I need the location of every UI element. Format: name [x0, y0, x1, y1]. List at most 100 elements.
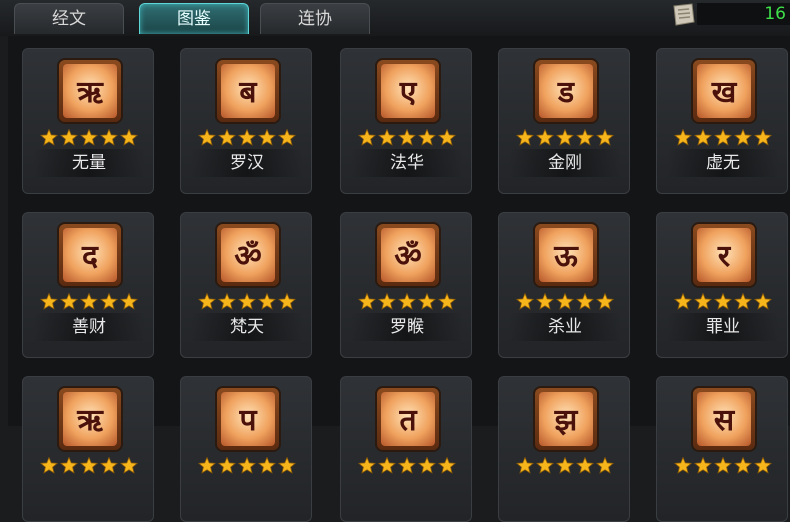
star-rating [357, 129, 457, 147]
star-icon [555, 293, 575, 310]
star-rating [515, 457, 615, 475]
star-icon [217, 457, 237, 474]
star-icon [673, 457, 693, 474]
sanskrit-glyph: प [239, 403, 257, 438]
star-icon [733, 293, 753, 310]
star-icon [257, 129, 277, 146]
star-icon [397, 457, 417, 474]
tab-codex[interactable]: 图鉴 [139, 3, 249, 34]
codex-card[interactable]: प [180, 376, 312, 522]
star-icon [377, 457, 397, 474]
seal-face: ब [221, 64, 275, 118]
count-value: 16 [697, 3, 790, 25]
star-icon [79, 293, 99, 310]
star-icon [397, 293, 417, 310]
scroll-icon [670, 2, 698, 28]
codex-card[interactable]: ड 金刚 [498, 48, 630, 194]
card-name: 法华 [351, 149, 463, 177]
codex-card[interactable]: झ [498, 376, 630, 522]
seal-face: स [697, 392, 751, 446]
star-icon [693, 457, 713, 474]
sanskrit-seal-icon: ऋ [59, 60, 121, 122]
sanskrit-glyph: ड [557, 75, 575, 110]
card-name: 无量 [33, 149, 145, 177]
sanskrit-glyph: ॐ [234, 239, 262, 274]
codex-card[interactable]: त [340, 376, 472, 522]
sanskrit-glyph: ॐ [394, 239, 422, 274]
star-icon [277, 457, 297, 474]
star-icon [79, 129, 99, 146]
star-icon [217, 293, 237, 310]
codex-card[interactable]: ॐ 罗睺 [340, 212, 472, 358]
tab-scriptures[interactable]: 经文 [14, 3, 124, 34]
star-icon [119, 457, 139, 474]
codex-card[interactable]: ऊ 杀业 [498, 212, 630, 358]
star-icon [437, 129, 457, 146]
codex-card[interactable]: ब 罗汉 [180, 48, 312, 194]
star-icon [357, 457, 377, 474]
codex-card[interactable]: ॐ 梵天 [180, 212, 312, 358]
sanskrit-seal-icon: ॐ [217, 224, 279, 286]
codex-card[interactable]: ख 虚无 [656, 48, 788, 194]
sanskrit-glyph: ब [239, 75, 257, 110]
sanskrit-glyph: द [82, 239, 98, 274]
star-icon [277, 293, 297, 310]
seal-face: ड [539, 64, 593, 118]
star-rating [197, 129, 297, 147]
card-name: 罪业 [667, 313, 779, 341]
star-rating [673, 129, 773, 147]
seal-face: ॐ [381, 228, 435, 282]
sanskrit-glyph: झ [554, 403, 578, 438]
star-icon [575, 129, 595, 146]
seal-face: द [63, 228, 117, 282]
codex-card[interactable]: र 罪业 [656, 212, 788, 358]
card-name: 虚无 [667, 149, 779, 177]
sanskrit-glyph: त [399, 403, 417, 438]
star-icon [39, 457, 59, 474]
star-icon [99, 293, 119, 310]
star-icon [59, 129, 79, 146]
star-icon [673, 129, 693, 146]
star-icon [357, 293, 377, 310]
star-icon [197, 457, 217, 474]
star-rating [197, 293, 297, 311]
star-icon [595, 457, 615, 474]
star-icon [515, 129, 535, 146]
codex-card[interactable]: स [656, 376, 788, 522]
sanskrit-seal-icon: द [59, 224, 121, 286]
star-icon [397, 129, 417, 146]
sanskrit-seal-icon: झ [535, 388, 597, 450]
sanskrit-seal-icon: त [377, 388, 439, 450]
star-icon [535, 457, 555, 474]
seal-face: ऊ [539, 228, 593, 282]
star-rating [39, 457, 139, 475]
star-rating [357, 457, 457, 475]
star-rating [39, 129, 139, 147]
card-name: 梵天 [191, 313, 303, 341]
tab-combo[interactable]: 连协 [260, 3, 370, 34]
star-icon [59, 457, 79, 474]
star-icon [217, 129, 237, 146]
star-icon [575, 457, 595, 474]
star-icon [515, 457, 535, 474]
seal-face: ॐ [221, 228, 275, 282]
star-icon [437, 293, 457, 310]
star-icon [377, 129, 397, 146]
seal-face: त [381, 392, 435, 446]
codex-card[interactable]: ए 法华 [340, 48, 472, 194]
codex-card[interactable]: ऋ 无量 [22, 48, 154, 194]
star-icon [417, 293, 437, 310]
star-icon [417, 457, 437, 474]
codex-card[interactable]: ऋ [22, 376, 154, 522]
star-icon [555, 129, 575, 146]
star-icon [197, 129, 217, 146]
star-rating [673, 293, 773, 311]
star-icon [713, 129, 733, 146]
sanskrit-glyph: ए [399, 75, 417, 110]
sanskrit-seal-icon: ॐ [377, 224, 439, 286]
codex-card[interactable]: द 善财 [22, 212, 154, 358]
seal-face: झ [539, 392, 593, 446]
codex-grid: ऋ 无量 ब 罗汉 ए 法华 ड 金刚 ख 虚无 द 善财 ॐ 梵天 ॐ 罗睺 ऊ 杀业 र 罪业 ऋ प त झ स [8, 36, 790, 522]
star-icon [277, 129, 297, 146]
star-icon [237, 457, 257, 474]
